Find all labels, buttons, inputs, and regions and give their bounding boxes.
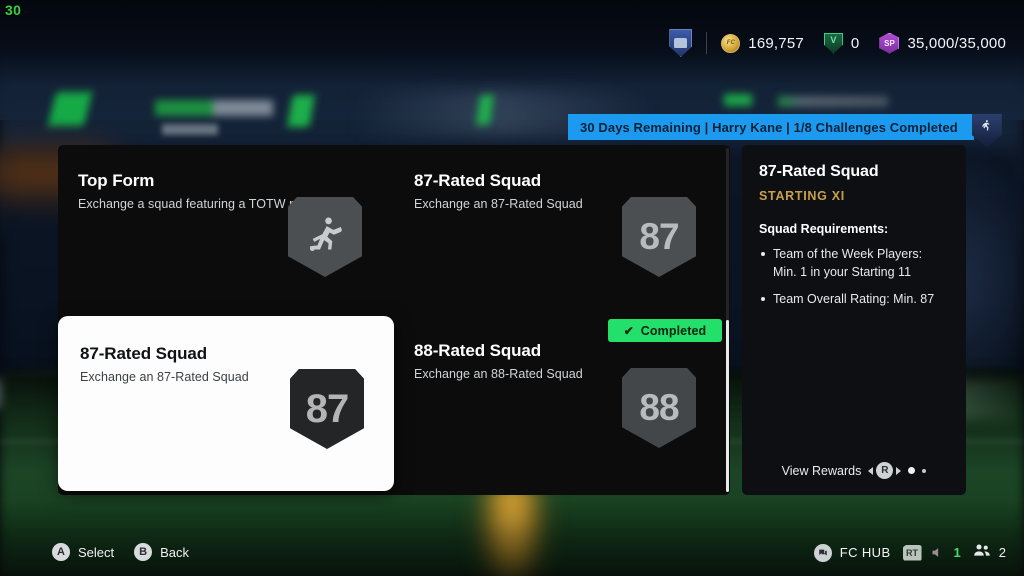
challenge-detail-panel: 87-Rated Squad STARTING XI Squad Require… — [742, 145, 966, 495]
background-bottom-vignette — [0, 500, 1024, 576]
r-button-icon[interactable]: R — [876, 462, 894, 479]
page-dot[interactable] — [922, 468, 927, 473]
fc-hub-button[interactable]: FC HUB — [813, 543, 891, 562]
campaign-banner-text: 30 Days Remaining | Harry Kane | 1/8 Cha… — [580, 119, 958, 135]
campaign-banner-bar: 30 Days Remaining | Harry Kane | 1/8 Cha… — [568, 114, 974, 140]
season-points-balance: SP 35,000/35,000 — [879, 32, 1006, 54]
background-advert — [155, 100, 273, 116]
speaker-count: 1 — [953, 545, 961, 560]
background-advert — [724, 94, 752, 106]
fc-points-value: 0 — [850, 34, 860, 52]
rating-shield-icon-87-selected: 87 — [290, 369, 364, 449]
people-icon — [973, 543, 991, 562]
scrollbar-thumb[interactable] — [726, 320, 729, 492]
chat-icon[interactable] — [813, 543, 832, 562]
campaign-banner: 30 Days Remaining | Harry Kane | 1/8 Cha… — [568, 114, 1002, 147]
challenge-title: 87-Rated Squad — [414, 171, 542, 190]
back-button-hint[interactable]: B Back — [134, 543, 189, 561]
rt-button-icon[interactable]: RT — [902, 544, 922, 561]
voice-chat-status[interactable]: RT 1 — [902, 544, 961, 561]
player-silhouette-shield-icon — [288, 197, 362, 277]
background-advert — [162, 124, 218, 135]
detail-title: 87-Rated Squad — [759, 163, 879, 180]
coin-icon: FC — [721, 33, 741, 53]
view-rewards-button[interactable]: R — [868, 462, 902, 479]
detail-subtitle: STARTING XI — [759, 189, 845, 203]
fc-points-balance: V 0 — [823, 32, 860, 54]
challenge-title: Top Form — [78, 171, 155, 190]
season-points-value: 35,000/35,000 — [907, 34, 1006, 52]
fc-points-icon: V — [823, 32, 843, 54]
speaker-icon — [930, 545, 946, 561]
background-advert — [778, 96, 888, 107]
select-button-hint[interactable]: A Select — [52, 543, 114, 561]
chevron-left-icon[interactable] — [868, 466, 874, 475]
page-dot-active[interactable] — [908, 467, 916, 474]
scrollbar-track[interactable] — [726, 148, 729, 492]
season-points-icon: SP — [879, 32, 900, 54]
challenge-title: 88-Rated Squad — [414, 341, 542, 360]
requirement-item: Team Overall Rating: Min. 87 — [759, 291, 949, 309]
select-label: Select — [78, 544, 115, 560]
fc-hub-label: FC HUB — [839, 545, 891, 560]
club-crest-icon[interactable] — [669, 29, 693, 57]
completed-label: Completed — [640, 323, 707, 338]
back-label: Back — [160, 544, 190, 560]
rating-shield-icon-88: 88 — [622, 368, 696, 448]
coins-value: 169,757 — [748, 34, 804, 52]
requirements-heading: Squad Requirements: — [759, 222, 889, 236]
people-count: 2 — [998, 545, 1006, 560]
a-button-icon[interactable]: A — [52, 543, 70, 561]
rating-value: 87 — [639, 216, 679, 257]
requirements-list: Team of the Week Players: Min. 1 in your… — [759, 246, 949, 308]
coins-balance: FC 169,757 — [721, 33, 804, 53]
view-rewards-row[interactable]: View Rewards R — [742, 462, 966, 479]
bottom-bar-left: A Select B Back — [52, 543, 189, 561]
party-members[interactable]: 2 — [973, 543, 1006, 562]
requirement-item: Team of the Week Players: Min. 1 in your… — [759, 246, 949, 282]
status-badge-completed: ✔ Completed — [608, 319, 722, 342]
top-hud: FC 169,757 V 0 SP 35,000/35,000 — [669, 26, 1006, 60]
rating-value: 88 — [639, 387, 679, 428]
b-button-icon[interactable]: B — [134, 543, 153, 561]
hud-divider — [706, 32, 708, 54]
chevron-right-icon[interactable] — [896, 466, 902, 475]
fps-counter: 30 — [5, 2, 22, 18]
check-icon: ✔ — [623, 323, 634, 338]
view-rewards-label: View Rewards — [781, 463, 862, 478]
bottom-bar-right: FC HUB RT 1 2 — [813, 543, 1006, 562]
challenge-title: 87-Rated Squad — [80, 344, 208, 363]
rating-value: 87 — [305, 386, 349, 431]
rating-shield-icon-87: 87 — [622, 197, 696, 277]
